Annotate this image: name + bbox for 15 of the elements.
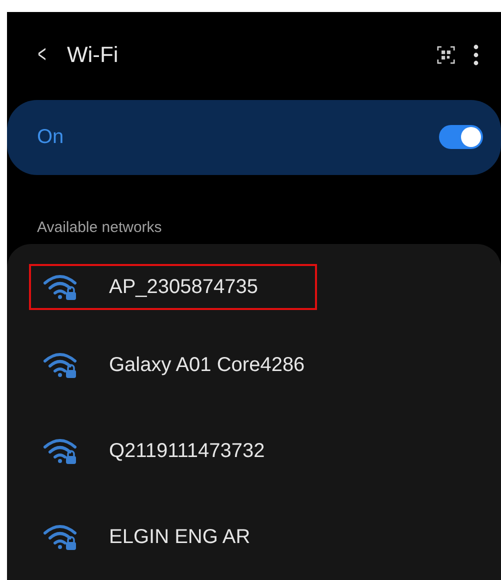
switch-label: On	[37, 126, 64, 149]
network-name[interactable]: AP_2305874735	[109, 276, 258, 298]
wifi-toggle[interactable]	[439, 125, 483, 150]
qr-scan-icon[interactable]	[437, 46, 455, 64]
wifi-lock-icon	[43, 350, 79, 380]
section-heading: Available networks	[37, 219, 163, 236]
wifi-lock-icon	[43, 522, 79, 552]
back-button[interactable]: <	[38, 40, 46, 69]
wifi-lock-icon	[43, 436, 79, 466]
screen-title: Wi-Fi	[67, 42, 120, 68]
wifi-lock-icon	[43, 272, 79, 302]
more-options-icon[interactable]	[473, 44, 479, 66]
network-name[interactable]: Q2119111473732	[109, 440, 265, 462]
network-name[interactable]: Galaxy A01 Core4286	[109, 354, 305, 376]
network-name[interactable]: ELGIN ENG AR	[109, 526, 250, 548]
